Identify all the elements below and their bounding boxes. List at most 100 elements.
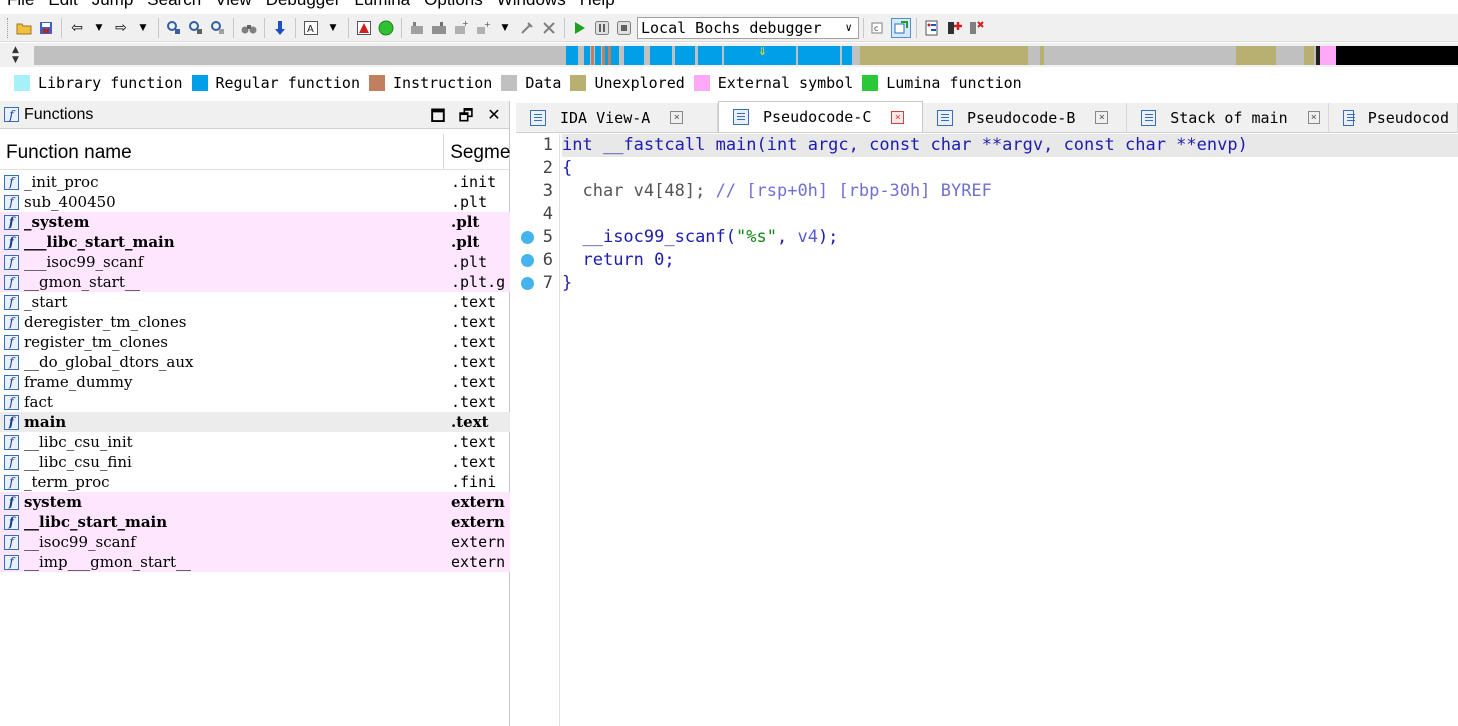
tools-icon[interactable] <box>517 18 537 38</box>
restore-icon[interactable]: 🗗 <box>457 105 475 132</box>
breakpoint-list-icon[interactable] <box>922 18 942 38</box>
code-line-1[interactable]: int __fastcall main(int argc, const char… <box>562 134 1458 157</box>
menu-search[interactable]: Search <box>140 0 208 9</box>
function-row[interactable]: f _init_proc .init <box>0 172 510 192</box>
tab-pseudocode-c[interactable]: Pseudocode-C × <box>718 101 923 132</box>
function-row[interactable]: f __libc_start_main extern <box>0 512 510 532</box>
maximize-icon[interactable]: 🗖 <box>429 105 447 132</box>
step-over-icon[interactable] <box>891 17 911 38</box>
pause-icon[interactable] <box>592 18 612 38</box>
close-x-icon[interactable] <box>539 18 559 38</box>
tab-pseudocod[interactable]: Pseudocod <box>1329 103 1458 132</box>
function-row[interactable]: f ___libc_start_main .plt <box>0 232 510 252</box>
forward-icon[interactable]: ⇨ <box>111 18 131 38</box>
code-separator: , <box>776 227 798 247</box>
function-name-cell: f ___libc_start_main <box>0 233 445 251</box>
code-line-6[interactable]: return 0; <box>562 249 1458 272</box>
line-number: 4 <box>542 204 553 224</box>
struct-icon[interactable] <box>429 18 449 38</box>
function-icon: f <box>4 514 19 530</box>
status-green-icon[interactable] <box>376 18 396 38</box>
nav-scroll-arrows-icon[interactable]: ▲ ▼ <box>12 45 28 65</box>
function-row[interactable]: f __gmon_start__ .plt.go <box>0 272 510 292</box>
debugger-select[interactable]: Local Bochs debugger ∨ <box>637 16 859 39</box>
function-row[interactable]: f frame_dummy .text <box>0 372 510 392</box>
xref-icon[interactable]: + <box>473 18 493 38</box>
add-breakpoint-icon[interactable] <box>944 18 964 38</box>
breakpoint-dot-icon[interactable] <box>521 277 534 290</box>
function-row[interactable]: f _system .plt <box>0 212 510 232</box>
function-row[interactable]: f register_tm_clones .text <box>0 332 510 352</box>
navigation-strip[interactable]: ⇓ <box>34 46 1458 65</box>
save-icon[interactable] <box>36 18 56 38</box>
menu-options[interactable]: Options <box>417 0 490 9</box>
tab-pseudocode-b[interactable]: Pseudocode-B × <box>923 103 1127 132</box>
forward-dropdown-icon[interactable]: ▼ <box>133 18 153 38</box>
code-function-name[interactable]: main <box>716 135 757 155</box>
delete-breakpoint-icon[interactable] <box>966 18 986 38</box>
toolbar-grip[interactable] <box>7 17 10 38</box>
tab-ida-view-a[interactable]: IDA View-A × <box>516 103 718 132</box>
function-row[interactable]: f __imp___gmon_start__ extern <box>0 552 510 572</box>
editor-tabs: IDA View-A × Pseudocode-C × Pseudocode-B × Sta… <box>516 101 1458 133</box>
step-into-icon[interactable]: c <box>869 18 889 38</box>
function-row[interactable]: f _start .text <box>0 292 510 312</box>
function-row[interactable]: f __libc_csu_fini .text <box>0 452 510 472</box>
function-row[interactable]: f __isoc99_scanf extern <box>0 532 510 552</box>
menu-help[interactable]: Help <box>573 0 622 9</box>
breakpoint-dot-icon[interactable] <box>521 254 534 267</box>
start-debugger-icon[interactable] <box>570 18 590 38</box>
tab-close-icon[interactable]: × <box>1307 111 1320 124</box>
open-icon[interactable] <box>14 18 34 38</box>
stop-icon[interactable] <box>614 18 634 38</box>
back-icon[interactable]: ⇦ <box>67 18 87 38</box>
menu-view[interactable]: View <box>208 0 259 9</box>
menu-lumina[interactable]: Lumina <box>347 0 417 9</box>
column-function-name[interactable]: Function name <box>0 134 445 169</box>
graph-icon[interactable] <box>354 18 374 38</box>
code-line-3[interactable]: char v4[48]; // [rsp+0h] [rbp-30h] BYREF <box>562 180 1458 203</box>
segment-icon[interactable] <box>407 18 427 38</box>
menu-edit[interactable]: Edit <box>41 0 84 9</box>
function-segment: .text <box>451 393 497 411</box>
binoculars-icon[interactable] <box>239 18 259 38</box>
pseudocode-editor[interactable]: 1234567 int __fastcall main(int argc, co… <box>516 134 1458 726</box>
legend-label: Library function <box>38 74 183 92</box>
breakpoint-dot-icon[interactable] <box>521 231 534 244</box>
function-row[interactable]: f sub_400450 .plt <box>0 192 510 212</box>
xref-dropdown-icon[interactable]: ▼ <box>495 18 515 38</box>
code-line-4[interactable] <box>562 203 1458 226</box>
code-line-2[interactable]: { <box>562 157 1458 180</box>
function-icon: f <box>4 294 19 310</box>
code-line-7[interactable]: } <box>562 272 1458 295</box>
column-segment[interactable]: Segme <box>444 134 510 169</box>
code-arg-var[interactable]: v4 <box>797 227 817 247</box>
menu-debugger[interactable]: Debugger <box>259 0 348 9</box>
search-immediate-icon[interactable] <box>208 18 228 38</box>
menu-jump[interactable]: Jump <box>85 0 141 9</box>
text-icon[interactable]: A <box>301 18 321 38</box>
function-row[interactable]: f __do_global_dtors_aux .text <box>0 352 510 372</box>
function-row[interactable]: f system extern <box>0 492 510 512</box>
function-row[interactable]: f main .text <box>0 412 510 432</box>
function-row[interactable]: f _term_proc .fini <box>0 472 510 492</box>
enum-icon[interactable]: + <box>451 18 471 38</box>
function-row[interactable]: f deregister_tm_clones .text <box>0 312 510 332</box>
function-row[interactable]: f __libc_csu_init .text <box>0 432 510 452</box>
menu-file[interactable]: File <box>0 0 41 9</box>
code-line-5[interactable]: __isoc99_scanf("%s", v4); <box>562 226 1458 249</box>
back-dropdown-icon[interactable]: ▼ <box>89 18 109 38</box>
tab-close-icon[interactable]: × <box>891 110 905 124</box>
function-row[interactable]: f ___isoc99_scanf .plt <box>0 252 510 272</box>
jump-down-icon[interactable] <box>270 18 290 38</box>
menu-windows[interactable]: Windows <box>490 0 573 9</box>
close-icon[interactable]: ✕ <box>485 105 503 132</box>
tab-stack-of-main[interactable]: Stack of main × <box>1127 103 1329 132</box>
tab-close-icon[interactable]: × <box>1095 111 1109 124</box>
function-row[interactable]: f fact .text <box>0 392 510 412</box>
legend-label: Instruction <box>393 74 493 92</box>
search-binary-icon[interactable] <box>186 18 206 38</box>
search-text-icon[interactable] <box>164 18 184 38</box>
text-dropdown-icon[interactable]: ▼ <box>323 18 343 38</box>
tab-close-icon[interactable]: × <box>670 111 684 124</box>
